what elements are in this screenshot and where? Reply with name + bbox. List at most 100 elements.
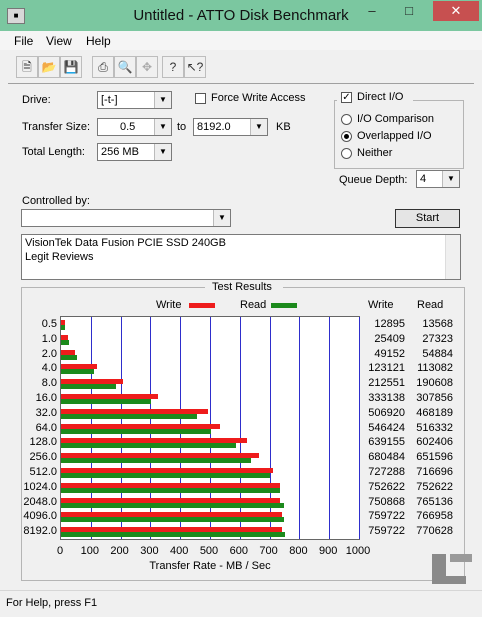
- direct-io-label: Direct I/O: [357, 91, 404, 103]
- read-value: 27323: [422, 332, 453, 345]
- force-write-access-checkbox[interactable]: [195, 93, 206, 104]
- x-axis-label: Transfer Rate - MB / Sec: [149, 560, 271, 572]
- neither-radio[interactable]: [341, 148, 352, 159]
- write-value: 639155: [368, 436, 405, 449]
- status-text: For Help, press F1: [6, 597, 98, 609]
- read-value: 766958: [416, 510, 453, 523]
- read-value: 54884: [422, 347, 453, 360]
- category-label: 32.0: [35, 406, 57, 419]
- legend-write-swatch: [189, 303, 215, 308]
- drive-select[interactable]: [-t-] ▼: [97, 91, 172, 109]
- drive-label: Drive:: [22, 94, 51, 106]
- x-tick-label: 400: [170, 545, 189, 557]
- read-value: 13568: [422, 318, 453, 330]
- read-value: 716696: [416, 466, 453, 478]
- io-comparison-label: I/O Comparison: [357, 113, 435, 125]
- to-label: to: [177, 121, 187, 133]
- read-value: 602406: [416, 436, 453, 449]
- write-column-header: Write: [368, 299, 394, 311]
- queue-depth-select[interactable]: 4 ▼: [416, 170, 460, 188]
- read-bar: [61, 487, 280, 493]
- chevron-down-icon[interactable]: ▼: [250, 119, 267, 135]
- write-value: 506920: [368, 406, 405, 419]
- print-icon[interactable]: ⎙: [92, 56, 114, 78]
- minimize-button[interactable]: –: [358, 1, 386, 21]
- gridline: [299, 317, 301, 539]
- category-label: 4096.0: [23, 510, 57, 523]
- maximize-button[interactable]: □: [394, 1, 424, 21]
- write-value: 759722: [368, 510, 405, 523]
- read-bar: [61, 502, 284, 508]
- read-value: 468189: [416, 406, 453, 419]
- category-label: 512.0: [29, 466, 57, 478]
- controlled-by-select[interactable]: ▼: [21, 209, 231, 227]
- transfer-size-to-select[interactable]: 8192.0 ▼: [193, 118, 268, 136]
- transfer-size-to-value: 8192.0: [197, 121, 231, 133]
- kb-label: KB: [276, 121, 291, 133]
- description-line-2: Legit Reviews: [25, 251, 94, 263]
- read-bar: [61, 384, 117, 390]
- category-label: 256.0: [29, 451, 57, 464]
- separator: [8, 83, 474, 84]
- save-icon[interactable]: 💾: [60, 56, 82, 78]
- chevron-down-icon[interactable]: ▼: [442, 171, 459, 187]
- write-value: 123121: [368, 362, 405, 375]
- close-button[interactable]: ✕: [433, 1, 479, 21]
- overlapped-io-radio[interactable]: [341, 131, 352, 142]
- menu-file[interactable]: File: [14, 34, 33, 48]
- write-value: 546424: [368, 421, 405, 434]
- category-label: 2048.0: [23, 495, 57, 508]
- new-icon[interactable]: 🗎: [16, 56, 38, 78]
- x-tick-label: 300: [140, 545, 159, 557]
- chevron-down-icon[interactable]: ▼: [154, 144, 171, 160]
- total-length-select[interactable]: 256 MB ▼: [97, 143, 172, 161]
- write-value: 49152: [374, 347, 405, 360]
- description-scrollbar[interactable]: [445, 235, 460, 279]
- category-label: 4.0: [41, 362, 57, 375]
- move-icon[interactable]: ✥: [136, 56, 158, 78]
- category-label: 8.0: [41, 377, 57, 390]
- read-value: 307856: [416, 392, 453, 404]
- neither-label: Neither: [357, 147, 393, 159]
- chevron-down-icon[interactable]: ▼: [213, 210, 230, 226]
- category-label: 1024.0: [23, 480, 57, 493]
- context-help-icon[interactable]: ↖?: [184, 56, 206, 78]
- description-textarea[interactable]: VisionTek Data Fusion PCIE SSD 240GB Leg…: [21, 234, 461, 280]
- read-bar: [61, 443, 237, 449]
- read-bar: [61, 339, 69, 345]
- read-value: 190608: [416, 377, 453, 390]
- start-button[interactable]: Start: [395, 209, 460, 228]
- queue-depth-label: Queue Depth:: [339, 174, 408, 186]
- drive-value: [-t-]: [101, 94, 118, 106]
- read-bar: [61, 517, 285, 523]
- x-tick-label: 0: [56, 545, 64, 557]
- read-value: 752622: [416, 480, 453, 493]
- chevron-down-icon[interactable]: ▼: [154, 119, 171, 135]
- description-line-1: VisionTek Data Fusion PCIE SSD 240GB: [25, 237, 226, 249]
- legend-read-label: Read: [240, 299, 267, 311]
- menu-view[interactable]: View: [46, 34, 72, 48]
- help-icon[interactable]: ?: [162, 56, 184, 78]
- category-label: 2.0: [41, 347, 57, 360]
- io-comparison-radio[interactable]: [341, 114, 352, 125]
- read-value: 113082: [417, 362, 453, 375]
- read-bar: [61, 473, 270, 478]
- print-preview-icon[interactable]: 🔍: [114, 56, 136, 78]
- transfer-size-from-value: 0.5: [120, 121, 136, 133]
- direct-io-checkbox[interactable]: ✓: [341, 92, 352, 103]
- read-bar: [61, 399, 151, 404]
- read-value: 516332: [416, 421, 453, 434]
- category-label: 1.0: [41, 332, 57, 345]
- force-write-access-label: Force Write Access: [211, 92, 306, 104]
- read-value: 770628: [416, 525, 453, 538]
- transfer-size-from-select[interactable]: 0.5 ▼: [97, 118, 172, 136]
- open-icon[interactable]: 📂: [38, 56, 60, 78]
- results-title: Test Results: [212, 281, 272, 293]
- transfer-size-label: Transfer Size:: [22, 121, 91, 133]
- category-label: 16.0: [35, 392, 57, 404]
- write-value: 680484: [368, 451, 405, 464]
- chevron-down-icon[interactable]: ▼: [154, 92, 171, 108]
- menu-help[interactable]: Help: [86, 34, 111, 48]
- read-bar: [61, 325, 65, 330]
- x-tick-label: 100: [80, 545, 99, 557]
